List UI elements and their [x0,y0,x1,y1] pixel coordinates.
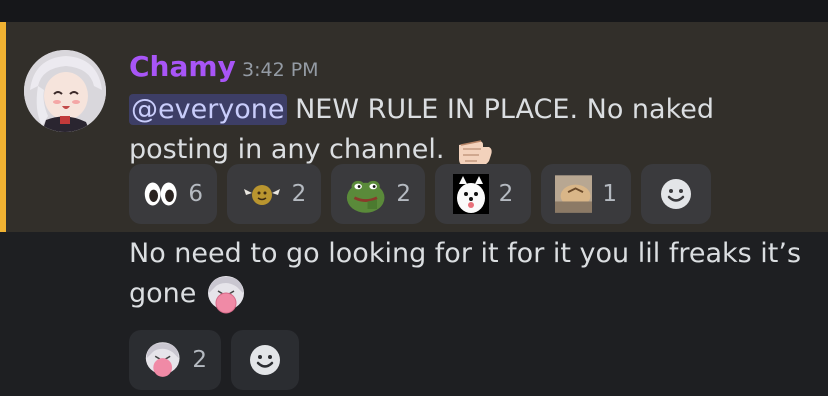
message-followup[interactable]: No need to go looking for it for it you … [129,234,809,315]
message-highlighted[interactable]: Chamy 3:42 PM @everyone NEW RULE IN PLAC… [0,22,828,232]
reaction-row: 2 [129,330,299,390]
reaction-white-dog[interactable]: 2 [435,164,531,224]
everyone-mention[interactable]: @everyone [129,94,287,125]
reaction-anime-girl-bubble[interactable]: 2 [129,330,221,390]
message-text-line2: posting in any channel. [129,134,445,165]
reaction-eyes[interactable]: 6 [129,164,217,224]
smiley-add-icon [250,345,280,375]
white-dog-emoji-icon [452,174,489,214]
reaction-count: 6 [188,181,203,207]
winged-coin-emoji-icon [243,185,280,205]
reaction-pepe[interactable]: 2 [331,164,425,224]
anime-girl-bubble-emoji [205,275,247,315]
pepe-frog-emoji-icon [346,180,385,213]
reaction-cat-photo[interactable]: 1 [541,164,631,224]
add-reaction-button[interactable] [231,330,299,390]
message-author[interactable]: Chamy [129,49,236,85]
mention-highlight-bar [0,22,6,232]
reaction-row: 6 2 2 2 1 [129,164,711,224]
reaction-count: 1 [602,181,617,207]
reaction-count: 2 [192,347,207,373]
message-timestamp: 3:42 PM [242,59,319,81]
reaction-count: 2 [498,181,514,207]
message-content: @everyone NEW RULE IN PLACE. No naked po… [129,90,769,171]
message-text-line1: No need to go looking for it for it you … [129,238,802,269]
avatar[interactable] [24,50,106,132]
reaction-winged-coin[interactable]: 2 [227,164,321,224]
message-text-line2: gone [129,278,197,309]
reaction-count: 2 [291,181,307,207]
smiley-add-icon [661,179,691,209]
top-bar [0,0,828,22]
anime-girl-bubble-emoji-icon [145,342,180,377]
reaction-count: 2 [396,181,411,207]
add-reaction-button[interactable] [641,164,711,224]
message-text-line1: NEW RULE IN PLACE. No naked [286,94,714,125]
cat-photo-emoji-icon [555,175,593,213]
eyes-emoji-icon [144,182,177,206]
